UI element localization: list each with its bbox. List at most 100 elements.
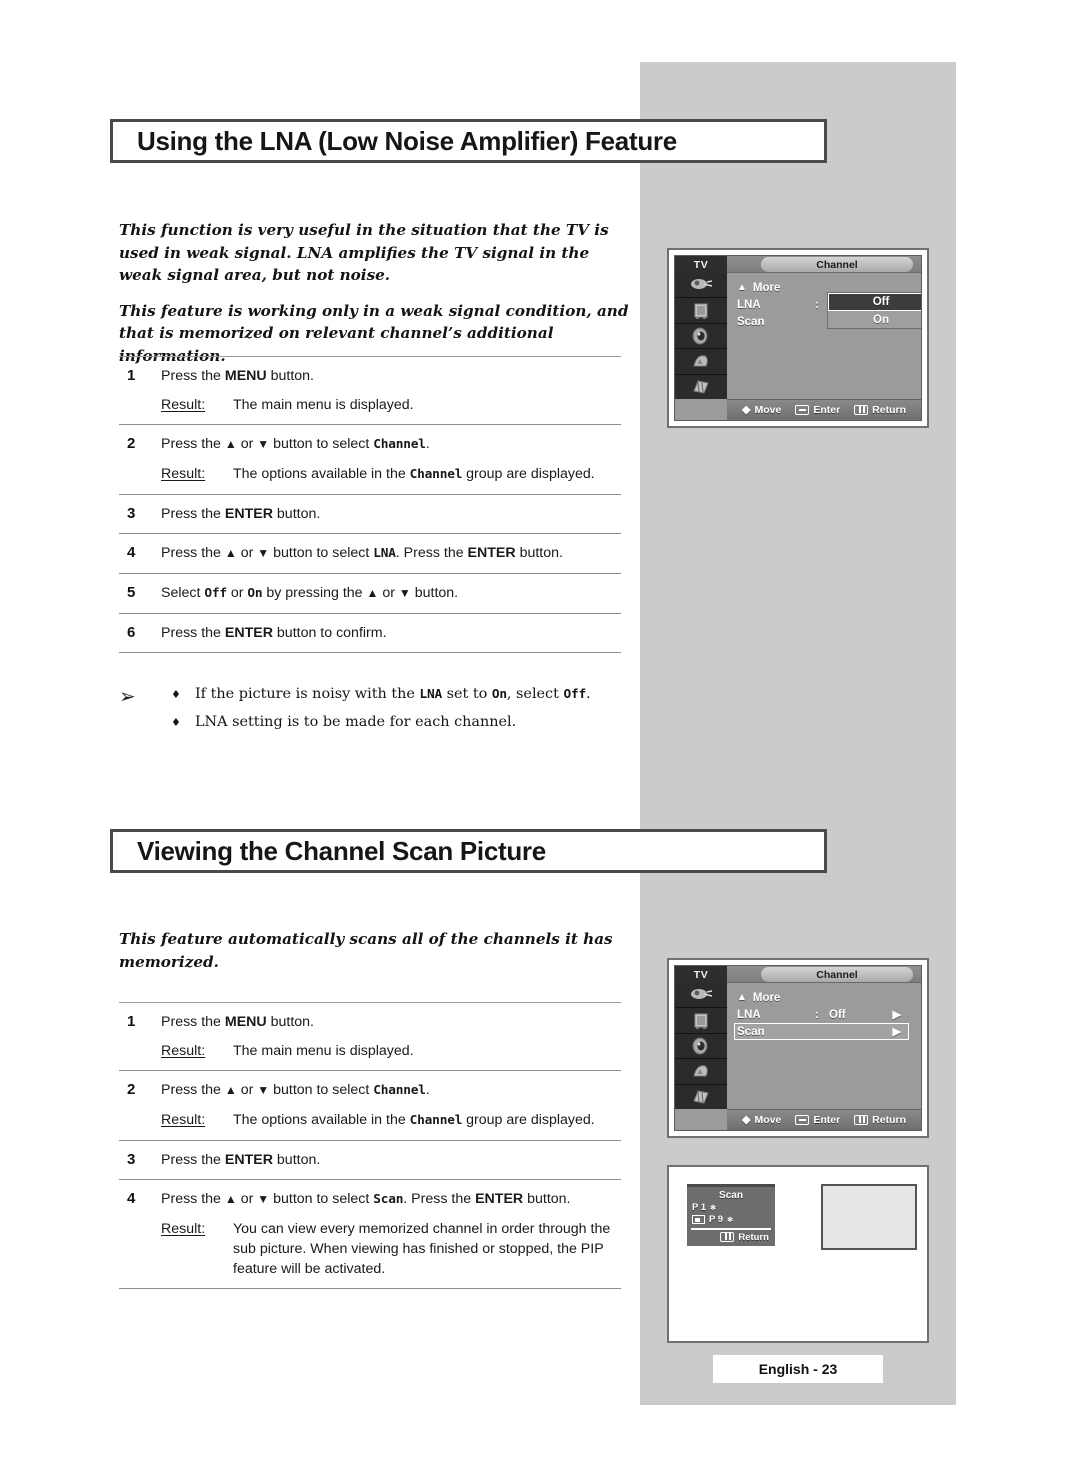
picture-icon[interactable]: [675, 298, 727, 324]
arrow-glyph-icon: ▼: [398, 586, 411, 600]
step-row: 4 Press the ▲ or ▼ button to select Scan.…: [119, 1180, 621, 1288]
step-main-line: 3 Press the ENTER button.: [119, 1150, 621, 1170]
sub-picture-window: [821, 1184, 917, 1250]
scan-osd-return-label: Return: [738, 1231, 769, 1243]
step-row: 3 Press the ENTER button.: [119, 495, 621, 533]
antenna-icon[interactable]: [675, 273, 727, 299]
ui-key-name: MENU: [224, 368, 267, 384]
scan-star-icon: ✻: [710, 1204, 716, 1212]
step-row: 1 Press the MENU button. Result: The main m…: [119, 1003, 621, 1070]
return-key-icon: [854, 405, 869, 415]
antenna-icon[interactable]: [675, 983, 727, 1009]
setup-icon[interactable]: [675, 349, 727, 375]
setup-icon[interactable]: [675, 1059, 727, 1085]
osd-scan-foot-move[interactable]: ◆ Move: [742, 1114, 781, 1126]
osd-lna-option-on[interactable]: On: [828, 311, 921, 328]
note-text: LNA setting is to be made for each chann…: [195, 712, 516, 733]
osd-lna-row-scan-label: Scan: [737, 315, 765, 328]
osd-scan-row-lna-colon: :: [815, 1008, 819, 1021]
step-instruction: Press the ENTER button.: [161, 504, 621, 524]
diamond-bullet-icon: ♦: [171, 716, 181, 729]
ui-key-name: ENTER: [475, 1191, 524, 1207]
ui-menu-token: Channel: [373, 1083, 426, 1098]
step-text-run: Press the: [161, 1191, 225, 1207]
pip-icon[interactable]: [675, 374, 727, 400]
ui-menu-token: Channel: [373, 437, 426, 452]
return-key-icon: [854, 1115, 869, 1125]
result-text: The main menu is displayed.: [233, 395, 621, 415]
osd-lna-option-off[interactable]: Off: [828, 293, 921, 311]
osd-scan-foot-enter[interactable]: Enter: [795, 1114, 840, 1126]
osd-lna-foot-return[interactable]: Return: [854, 404, 906, 416]
osd-screenshot-scan: TV Channel ▲ More LNA: Off ▶ Scan ▶ ◆ M…: [667, 958, 929, 1138]
section1-steps: 1 Press the MENU button. Result: The main m…: [119, 356, 621, 653]
step-text-run: button to confirm.: [272, 625, 387, 641]
up-caret-icon: ▲: [737, 282, 747, 293]
enter-key-icon: [795, 1115, 810, 1125]
step-result-line: Result: The options available in the Chan…: [119, 1110, 621, 1131]
step-instruction: Press the ▲ or ▼ button to select Channe…: [161, 1080, 621, 1101]
step-text-run: . Press the: [395, 545, 468, 561]
osd-scan-row-lna[interactable]: LNA : Off ▶: [737, 1006, 913, 1023]
osd-scan-title: Channel: [761, 967, 913, 982]
osd-lna-foot-move[interactable]: ◆ Move: [742, 404, 781, 416]
result-label: Result:: [161, 1043, 206, 1059]
picture-icon[interactable]: [675, 1008, 727, 1034]
step-text-run: . Press the: [403, 1191, 476, 1207]
step-text-run: group are displayed.: [462, 466, 595, 482]
arrow-glyph-icon: ▼: [257, 1192, 270, 1206]
step-text-run: or: [236, 1191, 258, 1207]
page-footer: English - 23: [713, 1355, 883, 1383]
ui-menu-token: LNA: [373, 546, 396, 561]
ui-menu-token: Off: [204, 586, 227, 601]
step-text-run: .: [425, 436, 430, 452]
step-number: 3: [127, 505, 136, 522]
scan-osd-return[interactable]: Return: [687, 1232, 775, 1243]
arrow-glyph-icon: ▼: [257, 437, 270, 451]
osd-lna-foot-enter[interactable]: Enter: [795, 404, 840, 416]
step-number: 2: [127, 435, 136, 452]
arrow-glyph-icon: ▲: [224, 1192, 237, 1206]
pip-icon[interactable]: [675, 1084, 727, 1110]
step-row: 6 Press the ENTER button to confirm.: [119, 614, 621, 652]
sound-icon[interactable]: [675, 323, 727, 350]
section-title-lna: Using the LNA (Low Noise Amplifier) Feat…: [110, 119, 827, 163]
step-row: 2 Press the ▲ or ▼ button to select Chann…: [119, 1071, 621, 1140]
step-text-run: .: [586, 686, 591, 702]
step-instruction: Press the ▲ or ▼ button to select Scan. …: [161, 1189, 621, 1210]
step-main-line: 4 Press the ▲ or ▼ button to select Scan.…: [119, 1189, 621, 1210]
chevron-right-icon: ▶: [892, 1009, 901, 1021]
osd-scan-row-scan[interactable]: Scan ▶: [734, 1023, 913, 1040]
osd-scan-more-row[interactable]: ▲ More: [737, 989, 913, 1006]
osd-scan-body: ▲ More LNA : Off ▶ Scan ▶: [727, 983, 921, 1109]
osd-lna-footer: ◆ Move Enter Return: [727, 399, 921, 420]
step-row: 2 Press the ▲ or ▼ button to select Chann…: [119, 425, 621, 494]
result-text: You can view every memorized channel in …: [233, 1219, 621, 1279]
sound-icon[interactable]: [675, 1033, 727, 1060]
step-instruction: Select Off or On by pressing the ▲ or ▼ …: [161, 583, 621, 604]
section1-notes: ➢ ♦ If the picture is noisy with the LNA …: [119, 684, 631, 733]
osd-scan-icon-column: [675, 983, 727, 1110]
step-result-line: Result: The main menu is displayed.: [119, 395, 621, 415]
osd-lna-option-list: Off On: [827, 292, 921, 329]
step-text-run: Press the: [161, 1082, 225, 1098]
step-text-run: button.: [266, 1014, 314, 1030]
step-text-run: button to select: [269, 545, 374, 561]
step-instruction: Press the ▲ or ▼ button to select Channe…: [161, 434, 621, 455]
move-updown-icon: ◆: [742, 403, 751, 416]
scan-osd-line1-label: P 1: [692, 1202, 707, 1213]
step-text-run: You can view every memorized channel in …: [233, 1221, 611, 1277]
step-row: 4 Press the ▲ or ▼ button to select LNA. …: [119, 534, 621, 573]
step-text-run: If the picture is noisy with the: [195, 686, 420, 702]
osd-lna-topbar: TV Channel: [675, 256, 921, 273]
osd-lna-body: ▲ More LNA : Scan Off On: [727, 273, 921, 399]
step-text-run: by pressing the: [262, 585, 367, 601]
step-text-run: LNA setting is to be made for each chann…: [195, 714, 517, 730]
step-text-run: group are displayed.: [462, 1112, 595, 1128]
osd-scan-foot-return[interactable]: Return: [854, 1114, 906, 1126]
arrow-glyph-icon: ▲: [366, 586, 379, 600]
scan-osd-line1: P 1 ✻: [687, 1202, 775, 1213]
step-row: 1 Press the MENU button. Result: The main m…: [119, 357, 621, 424]
osd-scan-topbar: TV Channel: [675, 966, 921, 983]
step-main-line: 3 Press the ENTER button.: [119, 504, 621, 524]
